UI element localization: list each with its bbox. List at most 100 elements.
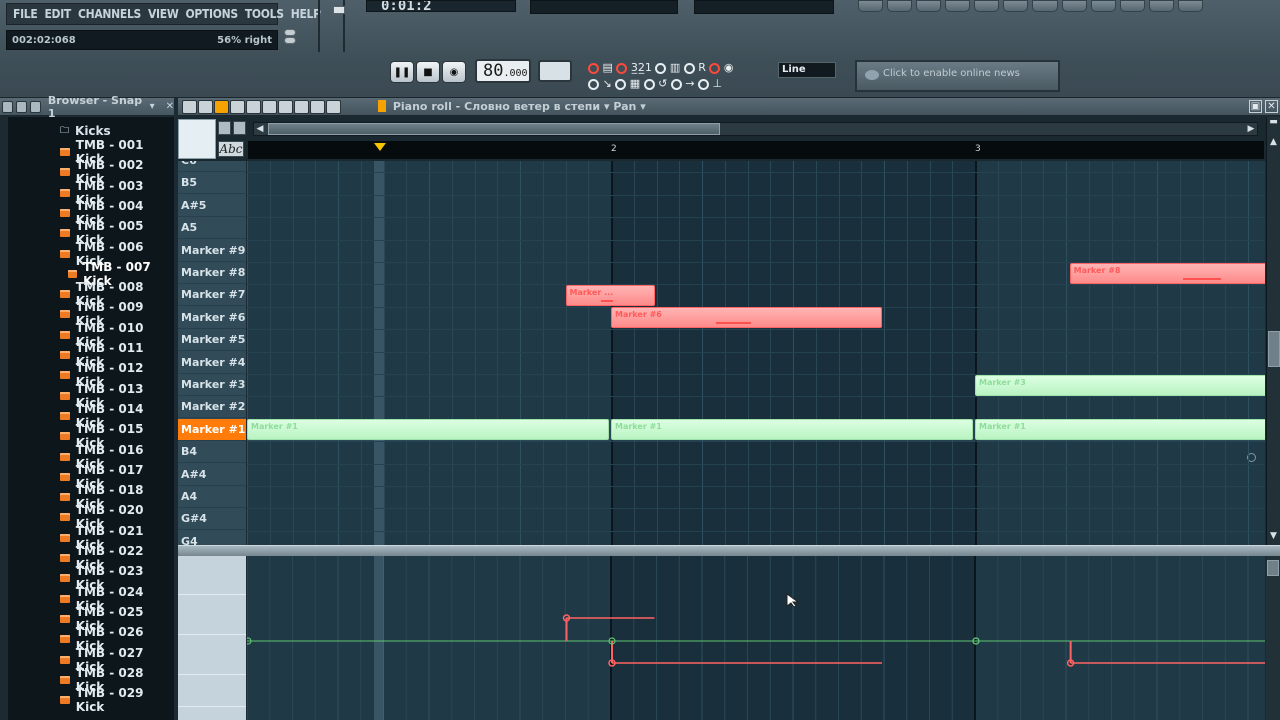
key-label[interactable]: A#4 xyxy=(178,464,246,486)
playback-icon[interactable] xyxy=(326,100,341,114)
horizontal-scrollbar[interactable]: ◀ ▶ xyxy=(253,122,1258,136)
chevron-down-icon[interactable]: ▾ xyxy=(150,101,155,112)
key-label[interactable]: Marker #3 xyxy=(178,374,246,396)
key-label[interactable]: Marker #4 xyxy=(178,352,246,374)
scroll-down-icon[interactable]: ▼ xyxy=(1267,531,1280,544)
scroll-up-icon[interactable]: ▬ xyxy=(1267,117,1280,130)
magnet-icon[interactable] xyxy=(198,100,213,114)
key-label[interactable]: Marker #1 xyxy=(178,418,246,441)
pause-button[interactable]: ❚❚ xyxy=(390,61,414,83)
stop-icon: ■ xyxy=(423,66,433,78)
record-button[interactable]: ◉ xyxy=(442,61,466,83)
vertical-scroll-thumb[interactable] xyxy=(1268,331,1280,367)
scroll-up-icon[interactable]: ▲ xyxy=(1267,137,1280,150)
playhead-marker-icon[interactable] xyxy=(374,143,386,151)
key-label[interactable]: Marker #8 xyxy=(178,262,246,284)
stop-button[interactable]: ■ xyxy=(416,61,440,83)
marker-note[interactable]: Marker ... xyxy=(565,284,655,306)
browser-close-icon[interactable]: ✕ xyxy=(166,101,174,112)
delete-icon[interactable] xyxy=(246,100,261,114)
menu-tools[interactable]: TOOLS xyxy=(245,7,284,21)
fl-studio-window: FILE EDIT CHANNELS VIEW OPTIONS TOOLS HE… xyxy=(0,0,1280,720)
browser-item[interactable]: TMB - 029 Kick xyxy=(60,686,174,714)
close-icon[interactable]: ✕ xyxy=(1265,100,1278,113)
grid-line xyxy=(474,161,476,545)
select-icon[interactable] xyxy=(294,100,309,114)
event-scroll-thumb[interactable] xyxy=(1267,560,1279,576)
vertical-scrollbar[interactable]: ▬ ▲ ▼ xyxy=(1266,117,1280,545)
key-label[interactable]: G4 xyxy=(178,531,246,545)
pencil-icon[interactable] xyxy=(214,100,229,114)
marker-note[interactable]: Marker #3 xyxy=(975,374,1265,396)
mini-knobs[interactable] xyxy=(284,28,300,50)
menu-view[interactable]: VIEW xyxy=(148,7,179,21)
sample-file-icon xyxy=(60,452,70,461)
hint-bar: 002:02:068 56% right xyxy=(6,30,278,50)
snap-mode-select[interactable]: Line xyxy=(778,62,836,78)
zoom-control-icon[interactable] xyxy=(218,121,231,135)
mute-icon[interactable] xyxy=(262,100,277,114)
slice-icon[interactable] xyxy=(278,100,293,114)
pattern-selector[interactable] xyxy=(538,60,572,82)
step-edit-icon xyxy=(588,78,599,90)
grid-line xyxy=(747,161,749,545)
window-shortcut-buttons[interactable] xyxy=(858,0,1203,12)
key-label[interactable]: Marker #6 xyxy=(178,307,246,329)
master-volume-slider[interactable] xyxy=(315,0,349,54)
key-label[interactable]: G#4 xyxy=(178,508,246,531)
key-label[interactable]: Marker #9 xyxy=(178,240,246,262)
marker-note[interactable]: Marker #6 xyxy=(611,307,882,329)
record-options[interactable]: ▤ 3̲2̲1 ▥ R ◉ ↘ ▦ ↺ → ⊥ xyxy=(588,60,768,92)
sample-file-icon xyxy=(60,290,70,299)
menu-options[interactable]: OPTIONS xyxy=(185,7,238,21)
marker-note[interactable]: Marker #1 xyxy=(247,419,609,441)
horizontal-scroll-thumb[interactable] xyxy=(268,123,720,135)
key-label[interactable]: A#5 xyxy=(178,195,246,217)
note-grid[interactable]: Marker #8 Marker ... Marker #6 Marker #3 Mar… xyxy=(247,161,1265,545)
grid-line xyxy=(1248,161,1249,545)
detach-icon[interactable]: ▣ xyxy=(1249,100,1262,113)
browser-snap-icon[interactable] xyxy=(29,100,41,113)
key-label[interactable]: A5 xyxy=(178,217,246,240)
grid-row-line xyxy=(247,284,1265,286)
piano-roll-menu-icon[interactable] xyxy=(182,100,197,114)
marker-note[interactable]: Marker #8 xyxy=(1069,262,1265,284)
event-editor-grid[interactable] xyxy=(247,556,1265,720)
key-label[interactable]: A4 xyxy=(178,486,246,508)
folder-label: Kicks xyxy=(75,124,111,138)
key-label[interactable]: Marker #5 xyxy=(178,329,246,352)
key-label[interactable]: Marker #2 xyxy=(178,396,246,419)
browser-options-icon[interactable] xyxy=(15,100,27,113)
tempo-display[interactable]: 80.000 xyxy=(475,59,531,83)
zoom-icon[interactable] xyxy=(310,100,325,114)
stamp-icon[interactable] xyxy=(233,121,246,135)
menu-file[interactable]: FILE xyxy=(13,7,38,21)
menu-edit[interactable]: EDIT xyxy=(44,7,71,21)
event-editor-splitter[interactable] xyxy=(178,545,1280,556)
key-label[interactable]: C6 xyxy=(178,161,246,172)
timeline-ruler[interactable]: 2 3 xyxy=(248,141,1264,159)
grid-line xyxy=(838,161,840,545)
sample-file-icon xyxy=(60,351,70,359)
piano-roll-param[interactable]: Pan xyxy=(613,100,636,113)
key-label[interactable]: B5 xyxy=(178,172,246,195)
scroll-right-icon[interactable]: ▶ xyxy=(1245,123,1257,135)
browser-menu-icon[interactable] xyxy=(2,100,13,113)
piano-roll-corner xyxy=(178,119,216,159)
key-label[interactable]: B4 xyxy=(178,441,246,464)
event-editor-scrollbar[interactable] xyxy=(1266,556,1280,720)
key-label[interactable]: Marker #7 xyxy=(178,284,246,307)
pan-automation-graph[interactable] xyxy=(247,556,1265,720)
note-names-toggle[interactable]: Abc xyxy=(218,141,244,157)
menu-channels[interactable]: CHANNELS xyxy=(78,7,141,21)
marker-note[interactable]: Marker #1 xyxy=(975,419,1265,441)
countdown-icon xyxy=(616,62,628,74)
chevron-down-icon[interactable]: ▾ xyxy=(640,100,646,113)
scroll-left-icon[interactable]: ◀ xyxy=(254,123,266,135)
hint-panning: 56% right xyxy=(217,34,272,46)
marker-note[interactable]: Marker #1 xyxy=(611,419,973,441)
brush-icon[interactable] xyxy=(230,100,245,114)
chevron-down-icon[interactable]: ▾ xyxy=(604,100,613,113)
online-news-button[interactable]: Click to enable online news xyxy=(855,60,1060,92)
sample-file-icon xyxy=(60,594,70,603)
